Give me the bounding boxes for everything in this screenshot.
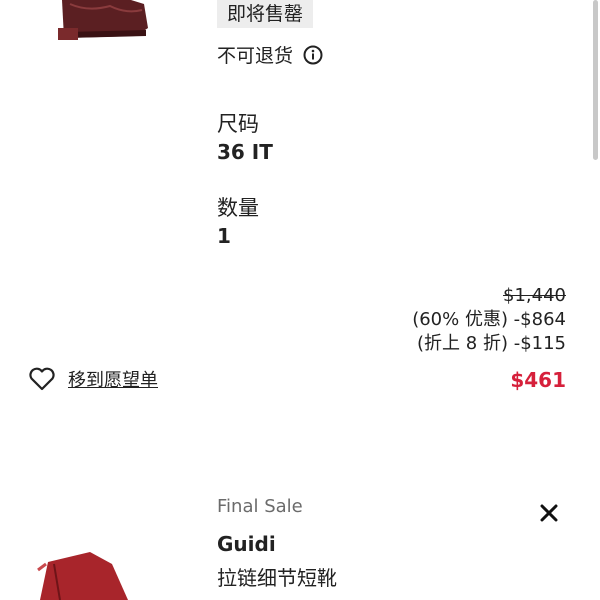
- quantity-value[interactable]: 1: [217, 224, 231, 248]
- quantity-label: 数量: [217, 196, 259, 220]
- product-image-boot-red[interactable]: [20, 540, 140, 600]
- size-value[interactable]: 36 IT: [217, 140, 273, 164]
- final-price: $461: [510, 368, 566, 392]
- move-to-wishlist-button[interactable]: 移到愿望单: [28, 366, 158, 392]
- move-to-wishlist-label[interactable]: 移到愿望单: [68, 366, 158, 392]
- discount-line-1: (60% 优惠) -$864: [412, 309, 566, 330]
- low-stock-badge: 即将售罄: [217, 0, 314, 28]
- cart-page: 即将售罄 不可退货 尺码 36 IT 数量 1 $1,440 (60% 优惠) …: [0, 0, 600, 600]
- heart-icon: [29, 367, 55, 391]
- product-image-boot-brown[interactable]: [48, 0, 168, 52]
- close-icon[interactable]: [536, 500, 562, 526]
- discount-line-2: (折上 8 折) -$115: [417, 333, 566, 354]
- scrollbar[interactable]: [593, 0, 598, 160]
- original-price: $1,440: [503, 285, 566, 306]
- size-label: 尺码: [217, 112, 259, 136]
- brand-name[interactable]: Guidi: [217, 532, 276, 556]
- info-icon[interactable]: [303, 45, 323, 65]
- non-returnable-note: 不可退货: [217, 41, 323, 68]
- non-returnable-label: 不可退货: [217, 45, 294, 67]
- product-name[interactable]: 拉链细节短靴: [217, 562, 337, 591]
- final-sale-tag: Final Sale: [217, 496, 303, 517]
- price-summary: $1,440 (60% 优惠) -$864 (折上 8 折) -$115 $46…: [412, 284, 566, 392]
